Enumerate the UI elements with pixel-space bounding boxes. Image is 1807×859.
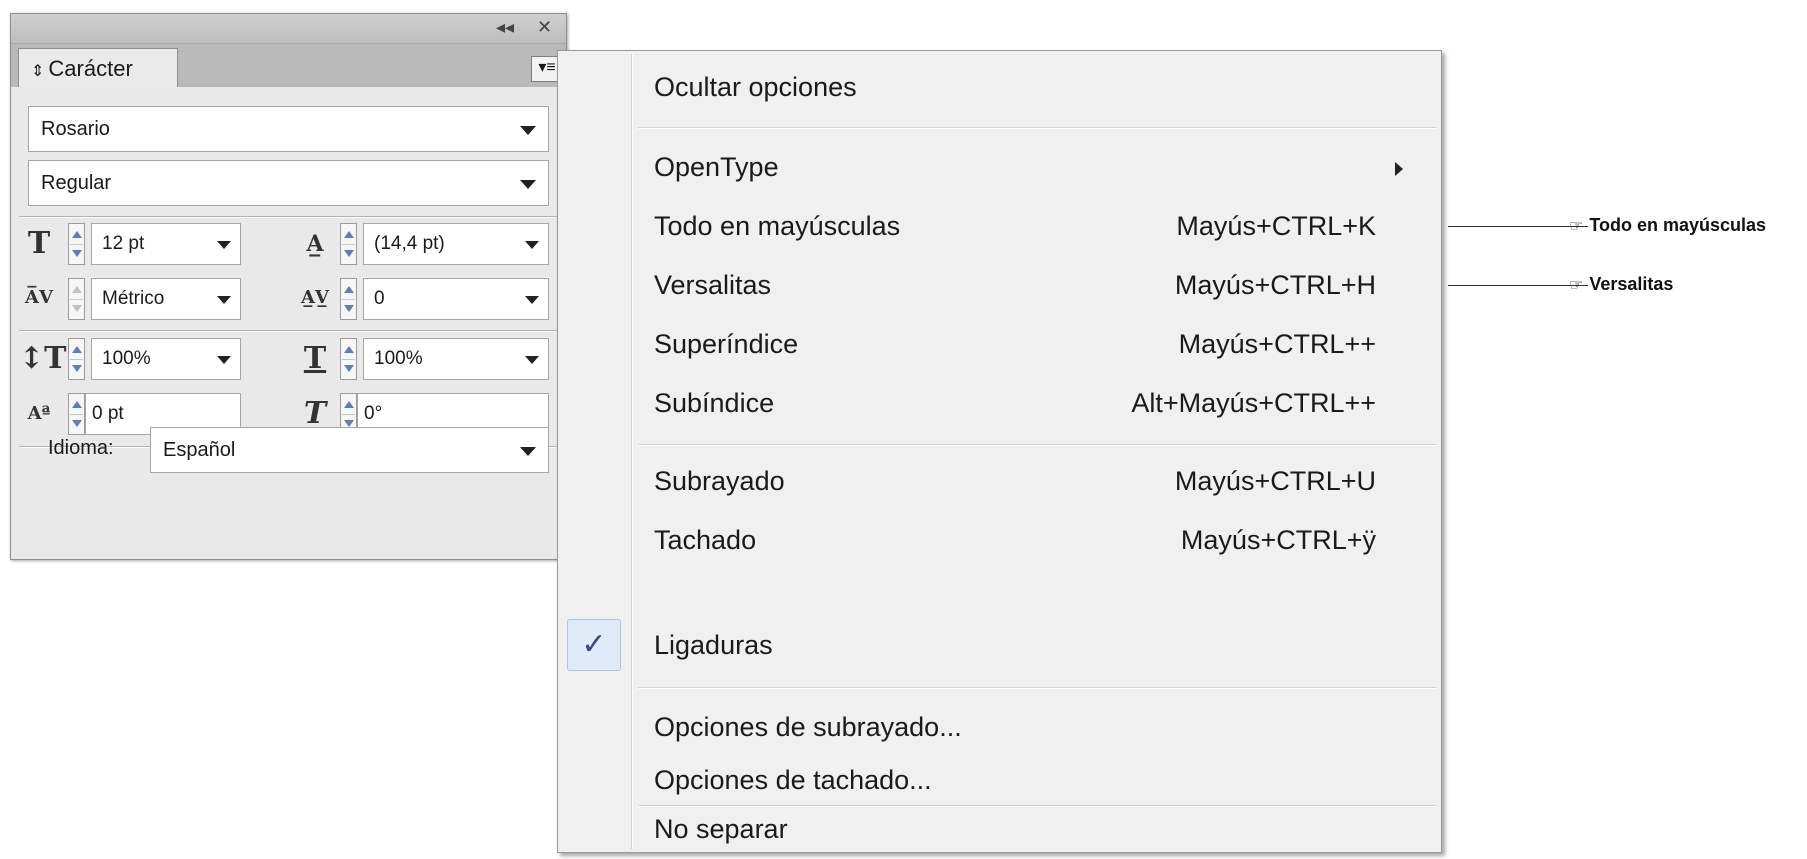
tracking-value: 0 [374,288,385,309]
kerning-icon: A̅V [25,287,53,308]
tab-character[interactable]: ⇕ Carácter [18,48,178,88]
menu-item-label: No separar [654,814,788,844]
kerning-field[interactable]: Métrico [91,278,241,320]
menu-item-strikethrough[interactable]: Tachado Mayús+CTRL+ÿ [558,514,1441,566]
horizontal-scale-value: 100% [374,348,423,369]
leading-value: (14,4 pt) [374,233,445,254]
submenu-arrow-icon [1395,162,1403,176]
chevron-down-icon [525,296,539,304]
menu-item-shortcut: Mayús+CTRL+H [1174,270,1376,300]
vertical-scale-stepper[interactable] [68,338,85,380]
menu-item-small-caps[interactable]: Versalitas Mayús+CTRL+H [558,259,1441,311]
chevron-down-icon [520,447,536,456]
menu-item-no-break[interactable]: No separar [558,809,1441,849]
menu-item-opentype[interactable]: OpenType [558,141,1441,193]
character-panel-menu: Ocultar opciones OpenType Todo en mayúsc… [557,50,1442,853]
callout-all-caps: ☞ Todo en mayúsculas [1569,215,1766,236]
menu-item-shortcut: Mayús+CTRL+U [1174,466,1376,496]
chevron-down-icon [217,356,231,364]
menu-item-superscript[interactable]: Superíndice Mayús+CTRL++ [558,318,1441,370]
font-size-value: 12 pt [102,233,145,254]
font-size-icon: T [27,226,51,261]
collapse-icon[interactable]: ◂◂ [496,17,514,38]
callout-line [1448,285,1588,286]
panel-tab-bar: ⇕ Carácter ▾≡ [11,44,566,88]
menu-item-label: Superíndice [654,329,799,359]
chevron-down-icon [217,296,231,304]
horizontal-scale-field[interactable]: 100% [363,338,549,380]
menu-item-label: Todo en mayúsculas [654,211,901,241]
baseline-shift-value: 0 pt [92,403,124,424]
menu-item-hide-options[interactable]: Ocultar opciones [558,61,1441,113]
menu-item-all-caps[interactable]: Todo en mayúsculas Mayús+CTRL+K [558,200,1441,252]
panel-body: Rosario Regular T 12 pt A̲ (14,4 pt) A̅V… [11,87,566,559]
vertical-scale-value: 100% [102,348,151,369]
kerning-stepper[interactable] [68,278,85,320]
menu-item-underline-options[interactable]: Opciones de subrayado... [558,701,1441,753]
font-style-dropdown[interactable]: Regular [28,160,549,206]
kerning-value: Métrico [102,288,165,309]
vertical-scale-icon: ↕T [19,341,67,376]
language-value: Español [163,439,236,461]
tracking-field[interactable]: 0 [363,278,549,320]
tracking-stepper[interactable] [340,278,357,320]
menu-separator [638,687,1436,689]
panel-title-bar[interactable]: ◂◂ ✕ [11,14,566,44]
menu-item-label: Subíndice [654,388,775,418]
menu-item-label: Ocultar opciones [654,72,857,102]
chevron-down-icon [525,241,539,249]
pointing-hand-icon: ☞ [1569,275,1584,294]
menu-item-underline[interactable]: Subrayado Mayús+CTRL+U [558,455,1441,507]
menu-separator [638,805,1436,807]
horizontal-scale-stepper[interactable] [340,338,357,380]
skew-value: 0° [364,403,383,424]
chevron-down-icon [217,241,231,249]
menu-item-shortcut: Mayús+CTRL+ÿ [1180,525,1376,555]
font-family-dropdown[interactable]: Rosario [28,106,549,152]
tab-label: Carácter [48,56,133,81]
callout-label: Versalitas [1589,274,1674,294]
font-size-stepper[interactable] [68,223,85,265]
callout-small-caps: ☞ Versalitas [1569,274,1673,295]
close-icon[interactable]: ✕ [537,17,552,38]
callout-label: Todo en mayúsculas [1589,215,1767,235]
leading-icon: A̲ [306,231,324,257]
divider [19,216,558,218]
vertical-scale-field[interactable]: 100% [91,338,241,380]
menu-item-subscript[interactable]: Subíndice Alt+Mayús+CTRL++ [558,377,1441,429]
font-family-value: Rosario [41,118,110,140]
font-size-field[interactable]: 12 pt [91,223,241,265]
chevron-down-icon [525,356,539,364]
menu-item-label: Opciones de tachado... [654,765,932,795]
tab-expand-icon: ⇕ [31,63,45,80]
menu-item-shortcut: Mayús+CTRL++ [1178,329,1376,359]
pointing-hand-icon: ☞ [1569,216,1584,235]
leading-field[interactable]: (14,4 pt) [363,223,549,265]
menu-item-shortcut: Mayús+CTRL+K [1176,211,1376,241]
divider [19,330,558,332]
menu-separator [638,444,1436,446]
chevron-down-icon [520,126,536,135]
leading-stepper[interactable] [340,223,357,265]
chevron-down-icon [520,180,536,189]
menu-item-label: Versalitas [654,270,772,300]
menu-item-ligatures[interactable]: Ligaduras [558,619,1441,671]
horizontal-scale-icon: T [303,341,327,376]
menu-item-label: OpenType [654,152,779,182]
menu-separator [638,127,1436,129]
menu-item-label: Subrayado [654,466,785,496]
character-panel: ◂◂ ✕ ⇕ Carácter ▾≡ Rosario Regular T 12 p… [10,13,567,560]
tracking-icon: A̲V̲ [301,287,329,308]
language-dropdown[interactable]: Español [150,427,549,473]
menu-item-label: Tachado [654,525,757,555]
menu-item-label: Opciones de subrayado... [654,712,962,742]
font-style-value: Regular [41,172,112,194]
menu-item-label: Ligaduras [654,630,773,660]
menu-item-strikethrough-options[interactable]: Opciones de tachado... [558,760,1441,800]
callout-line [1448,226,1588,227]
language-label: Idioma: [48,437,114,459]
menu-item-shortcut: Alt+Mayús+CTRL++ [1131,388,1376,418]
